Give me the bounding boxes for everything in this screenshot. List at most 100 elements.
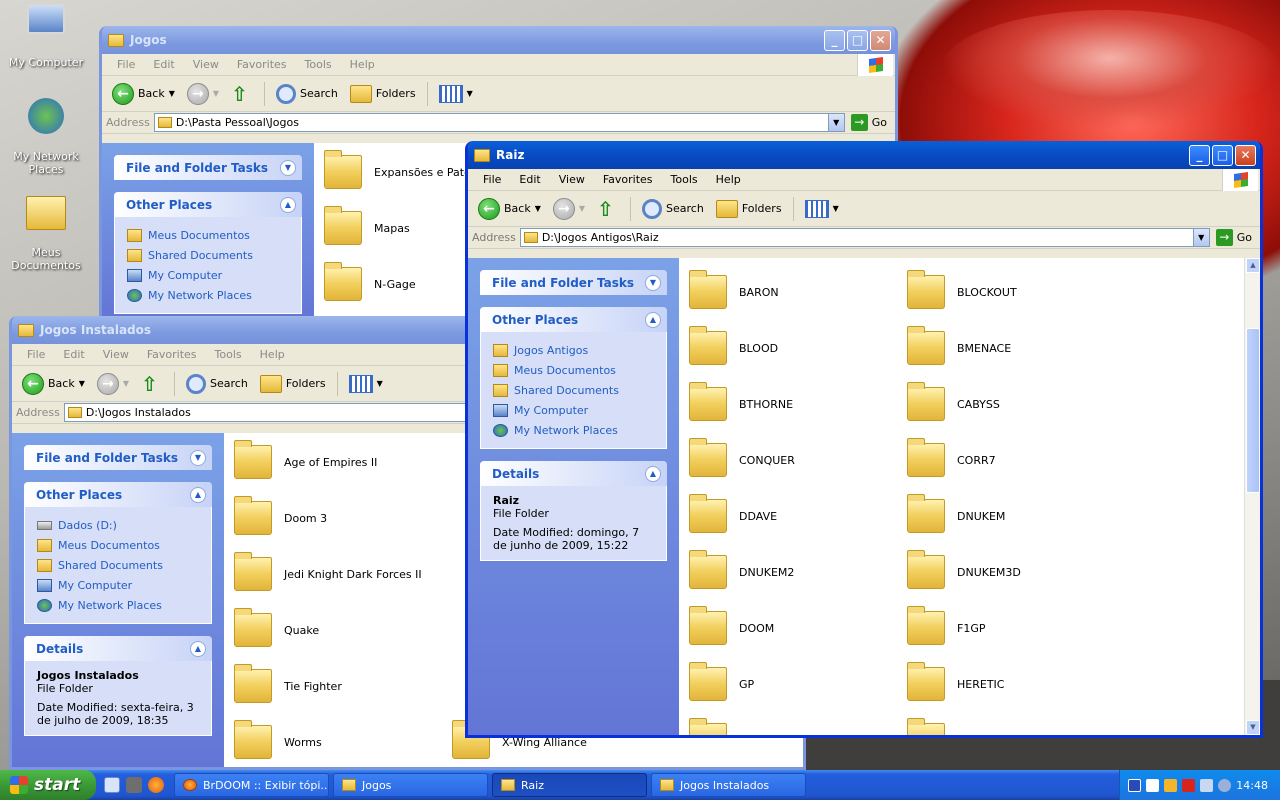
folder-item[interactable]: DNUKEM xyxy=(907,494,1005,533)
place-link-my-network-places[interactable]: My Network Places xyxy=(37,595,199,615)
place-link-meus-documentos[interactable]: Meus Documentos xyxy=(127,225,289,245)
panel-header[interactable]: File and Folder Tasks ▼ xyxy=(114,155,302,180)
dropdown-arrow-icon[interactable]: ▼ xyxy=(123,379,129,388)
folder-item[interactable]: BLOCKOUT xyxy=(907,270,1017,309)
folder-item[interactable]: BMENACE xyxy=(907,326,1011,365)
place-link-meus-documentos[interactable]: Meus Documentos xyxy=(37,535,199,555)
collapse-chevron-icon[interactable]: ▲ xyxy=(190,640,206,657)
place-link-my-computer[interactable]: My Computer xyxy=(493,400,654,420)
folder-item[interactable]: Worms xyxy=(234,720,322,759)
views-button[interactable]: ▼ xyxy=(435,83,477,105)
clock[interactable]: 14:48 xyxy=(1236,779,1268,792)
back-button[interactable]: ← Back ▼ xyxy=(474,196,545,222)
menu-edit[interactable]: Edit xyxy=(510,173,549,186)
go-button[interactable]: → Go xyxy=(845,114,895,131)
panel-header[interactable]: File and Folder Tasks ▼ xyxy=(480,270,667,295)
folder-item[interactable]: BTHORNE xyxy=(689,382,793,421)
folder-item[interactable]: DNUKEM2 xyxy=(689,550,794,589)
forward-button[interactable]: → ▼ xyxy=(93,371,133,397)
maximize-button[interactable]: □ xyxy=(1212,144,1233,166)
desktop-icon-meus-documentos[interactable]: Meus Documentos xyxy=(0,196,92,272)
folder-item[interactable]: BARON xyxy=(689,270,779,309)
address-value[interactable]: D:\Jogos Antigos\Raiz xyxy=(542,231,1189,244)
place-link-shared-documents[interactable]: Shared Documents xyxy=(37,555,199,575)
search-button[interactable]: Search xyxy=(272,82,342,106)
forward-button[interactable]: → ▼ xyxy=(549,196,589,222)
place-link-my-network-places[interactable]: My Network Places xyxy=(127,285,289,305)
folder-item[interactable]: CONQUER xyxy=(689,438,795,477)
panel-header[interactable]: Details ▲ xyxy=(24,636,212,661)
dropdown-arrow-icon[interactable]: ▼ xyxy=(579,204,585,213)
volume-icon[interactable] xyxy=(1218,778,1232,792)
panel-header[interactable]: Other Places ▲ xyxy=(114,192,302,217)
folder-item[interactable]: GP xyxy=(689,662,754,701)
scroll-down-button[interactable]: ▼ xyxy=(1246,720,1260,735)
views-button[interactable]: ▼ xyxy=(801,198,843,220)
folders-button[interactable]: Folders xyxy=(346,83,420,105)
address-value[interactable]: D:\Pasta Pessoal\Jogos xyxy=(176,116,824,129)
taskbar-button-jogos[interactable]: Jogos xyxy=(333,773,488,797)
dropdown-arrow-icon[interactable]: ▼ xyxy=(79,379,85,388)
folder-item[interactable]: DOOM xyxy=(689,606,774,645)
desktop-icon-my-computer[interactable]: My Computer xyxy=(0,4,92,69)
menu-help[interactable]: Help xyxy=(251,348,294,361)
address-dropdown-icon[interactable]: ▼ xyxy=(827,114,844,131)
vertical-scrollbar[interactable]: ▲ ▼ xyxy=(1244,258,1260,735)
menu-file[interactable]: File xyxy=(108,58,144,71)
collapse-chevron-icon[interactable]: ▲ xyxy=(190,486,206,503)
expand-chevron-icon[interactable]: ▼ xyxy=(645,274,661,291)
menu-tools[interactable]: Tools xyxy=(296,58,341,71)
folder-item[interactable]: F1GP xyxy=(907,606,985,645)
maximize-button[interactable]: □ xyxy=(847,29,868,51)
menu-favorites[interactable]: Favorites xyxy=(228,58,296,71)
menu-help[interactable]: Help xyxy=(707,173,750,186)
folder-item[interactable]: BLOOD xyxy=(689,326,778,365)
folder-item[interactable]: CABYSS xyxy=(907,382,1000,421)
search-button[interactable]: Search xyxy=(638,197,708,221)
place-link-dados-d[interactable]: Dados (D:) xyxy=(37,515,199,535)
up-button[interactable]: ⇧ xyxy=(593,196,623,222)
ati-icon[interactable] xyxy=(1182,778,1196,792)
place-link-shared-documents[interactable]: Shared Documents xyxy=(127,245,289,265)
firefox-icon[interactable] xyxy=(148,777,164,793)
place-link-jogos-antigos[interactable]: Jogos Antigos xyxy=(493,340,654,360)
folders-button[interactable]: Folders xyxy=(256,373,330,395)
dropdown-arrow-icon[interactable]: ▼ xyxy=(213,89,219,98)
taskbar-button-brdoom[interactable]: BrDOOM :: Exibir tópi... xyxy=(174,773,329,797)
back-button[interactable]: ← Back ▼ xyxy=(108,81,179,107)
expand-chevron-icon[interactable]: ▼ xyxy=(280,159,296,176)
folder-item[interactable]: Age of Empires II xyxy=(234,440,377,479)
taskbar-button-raiz[interactable]: Raiz xyxy=(492,773,647,797)
up-button[interactable]: ⇧ xyxy=(137,371,167,397)
menu-file[interactable]: File xyxy=(474,173,510,186)
menu-view[interactable]: View xyxy=(94,348,138,361)
forward-button[interactable]: → ▼ xyxy=(183,81,223,107)
expand-chevron-icon[interactable]: ▼ xyxy=(190,449,206,466)
menu-edit[interactable]: Edit xyxy=(144,58,183,71)
menu-tools[interactable]: Tools xyxy=(206,348,251,361)
place-link-my-computer[interactable]: My Computer xyxy=(37,575,199,595)
dropdown-arrow-icon[interactable]: ▼ xyxy=(535,204,541,213)
minimize-button[interactable]: _ xyxy=(1189,144,1210,166)
start-button[interactable]: start xyxy=(0,770,96,800)
title-bar[interactable]: Jogos _ □ ✕ xyxy=(102,26,895,54)
collapse-chevron-icon[interactable]: ▲ xyxy=(645,465,661,482)
folder-item[interactable]: HERETIC xyxy=(907,662,1004,701)
panel-header[interactable]: File and Folder Tasks ▼ xyxy=(24,445,212,470)
menu-view[interactable]: View xyxy=(550,173,594,186)
folder-item[interactable]: DNUKEM3D xyxy=(907,550,1021,589)
minimize-button[interactable]: _ xyxy=(824,29,845,51)
folder-item-partial[interactable] xyxy=(689,718,727,735)
media-icon[interactable] xyxy=(126,777,142,793)
folder-item[interactable]: Doom 3 xyxy=(234,496,327,535)
go-button[interactable]: → Go xyxy=(1210,229,1260,246)
menu-favorites[interactable]: Favorites xyxy=(594,173,662,186)
place-link-shared-documents[interactable]: Shared Documents xyxy=(493,380,654,400)
network-tray-icon[interactable] xyxy=(1200,778,1214,792)
tray-icon-3[interactable] xyxy=(1164,778,1178,792)
scroll-up-button[interactable]: ▲ xyxy=(1246,258,1260,273)
folder-item[interactable]: CORR7 xyxy=(907,438,996,477)
search-button[interactable]: Search xyxy=(182,372,252,396)
address-dropdown-icon[interactable]: ▼ xyxy=(1192,229,1209,246)
folder-item-partial[interactable] xyxy=(907,718,945,735)
